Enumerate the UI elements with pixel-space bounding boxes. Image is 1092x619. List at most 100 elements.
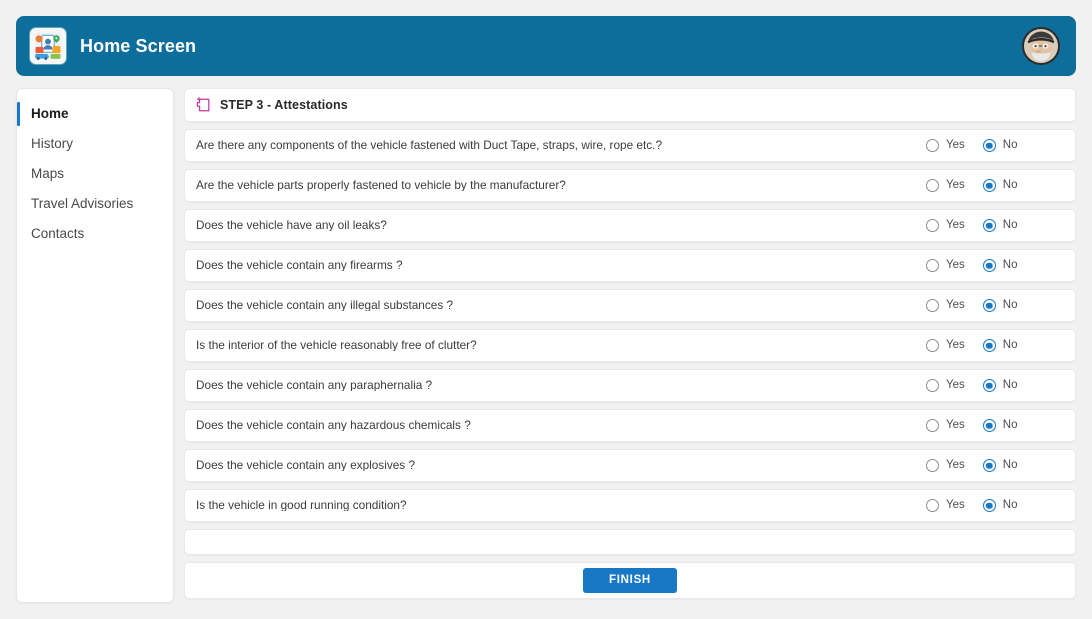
radio-option-yes[interactable]: Yes	[926, 459, 965, 472]
sidebar-item-label: Maps	[31, 166, 65, 182]
question-text: Does the vehicle contain any firearms ?	[196, 259, 403, 272]
sidebar-item-contacts[interactable]: Contacts	[17, 219, 173, 249]
app-root: Home Screen Home History Maps Travel Adv…	[0, 0, 1092, 619]
radio-option-yes[interactable]: Yes	[926, 499, 965, 512]
radio-label-no: No	[1002, 258, 1018, 271]
app-header: Home Screen	[16, 16, 1076, 76]
sidebar-item-label: History	[31, 136, 74, 152]
radio-option-yes[interactable]: Yes	[926, 259, 965, 272]
table-row: Does the vehicle contain any paraphernal…	[184, 369, 1076, 402]
radio-yes-unselected[interactable]	[926, 499, 939, 512]
answer-options: Yes No	[901, 419, 1061, 432]
table-row: Does the vehicle contain any explosives …	[184, 449, 1076, 482]
radio-option-no[interactable]: No	[982, 339, 1017, 352]
table-row: Does the vehicle contain any illegal sub…	[184, 289, 1076, 322]
radio-option-no[interactable]: No	[982, 378, 1018, 392]
radio-option-yes[interactable]: Yes	[926, 299, 965, 312]
radio-label-yes: Yes	[946, 218, 965, 231]
answer-options: Yes No	[901, 499, 1061, 512]
question-text: Does the vehicle have any oil leaks?	[196, 219, 387, 232]
radio-label-no: No	[1002, 298, 1018, 311]
attestation-rows: Are there any components of the vehicle …	[184, 129, 1076, 522]
sidebar-item-history[interactable]: History	[17, 129, 173, 159]
radio-option-yes[interactable]: Yes	[926, 339, 965, 352]
radio-option-no[interactable]: No	[982, 498, 1018, 512]
sidebar-nav: Home History Maps Travel Advisories Cont…	[16, 88, 174, 603]
sidebar-item-maps[interactable]: Maps	[17, 159, 173, 189]
page-title: Home Screen	[80, 35, 197, 56]
radio-option-yes[interactable]: Yes	[926, 219, 965, 232]
sidebar-item-home[interactable]: Home	[17, 99, 173, 129]
radio-option-yes[interactable]: Yes	[926, 139, 965, 152]
radio-label-no: No	[1002, 418, 1018, 431]
radio-label-no: No	[1002, 498, 1018, 511]
radio-option-no[interactable]: No	[982, 458, 1018, 472]
radio-yes-unselected[interactable]	[926, 179, 939, 192]
radio-no-selected[interactable]	[982, 339, 996, 352]
question-text: Does the vehicle contain any illegal sub…	[196, 299, 454, 312]
question-text: Is the vehicle in good running condition…	[196, 499, 407, 512]
radio-label-yes: Yes	[946, 458, 965, 471]
radio-no-selected[interactable]	[982, 499, 996, 512]
radio-option-no[interactable]: No	[982, 218, 1018, 232]
question-text: Are there any components of the vehicle …	[196, 139, 663, 152]
radio-yes-unselected[interactable]	[926, 419, 939, 432]
radio-no-selected[interactable]	[982, 379, 996, 392]
radio-no-selected[interactable]	[982, 259, 996, 272]
finish-row: FINISH	[184, 562, 1076, 599]
table-row: Is the vehicle in good running condition…	[184, 489, 1076, 522]
radio-yes-unselected[interactable]	[926, 459, 939, 472]
radio-option-no[interactable]: No	[982, 298, 1018, 312]
radio-no-selected[interactable]	[982, 139, 996, 152]
sidebar-item-travel-advisories[interactable]: Travel Advisories	[17, 189, 173, 219]
steps-icon	[196, 97, 210, 112]
table-row: Are there any components of the vehicle …	[184, 129, 1076, 162]
radio-label-yes: Yes	[946, 258, 965, 271]
radio-option-yes[interactable]: Yes	[926, 379, 965, 392]
radio-label-yes: Yes	[946, 418, 965, 431]
table-row: Is the interior of the vehicle reasonabl…	[184, 329, 1076, 362]
travel-app-icon	[30, 28, 66, 64]
radio-no-selected[interactable]	[982, 219, 996, 232]
radio-no-selected[interactable]	[982, 299, 996, 312]
radio-label-yes: Yes	[946, 338, 965, 351]
radio-label-yes: Yes	[946, 498, 965, 511]
radio-yes-unselected[interactable]	[926, 219, 939, 232]
answer-options: Yes No	[901, 219, 1061, 232]
radio-label-yes: Yes	[946, 178, 965, 191]
radio-option-no[interactable]: No	[982, 138, 1018, 152]
body-container: Home History Maps Travel Advisories Cont…	[16, 88, 1076, 603]
spacer-row	[184, 529, 1076, 555]
radio-yes-unselected[interactable]	[926, 139, 939, 152]
sidebar-item-label: Travel Advisories	[31, 196, 134, 212]
question-text: Is the interior of the vehicle reasonabl…	[196, 339, 477, 352]
answer-options: Yes No	[901, 299, 1061, 312]
radio-label-yes: Yes	[946, 138, 965, 151]
radio-yes-unselected[interactable]	[926, 259, 939, 272]
sidebar-item-label: Contacts	[31, 226, 85, 242]
radio-option-no[interactable]: No	[982, 258, 1018, 272]
radio-option-no[interactable]: No	[982, 179, 1017, 192]
question-text: Does the vehicle contain any paraphernal…	[196, 379, 433, 392]
radio-yes-unselected[interactable]	[926, 379, 939, 392]
radio-option-yes[interactable]: Yes	[926, 179, 965, 192]
answer-options: Yes No	[901, 179, 1061, 192]
radio-no-selected[interactable]	[982, 419, 996, 432]
table-row: Does the vehicle contain any firearms ? Y…	[184, 249, 1076, 282]
answer-options: Yes No	[901, 459, 1061, 472]
radio-label-no: No	[1002, 218, 1018, 231]
radio-label-no: No	[1002, 378, 1018, 391]
radio-label-no: No	[1002, 458, 1018, 471]
header-left-group: Home Screen	[30, 28, 196, 64]
radio-option-no[interactable]: No	[982, 418, 1018, 432]
radio-no-selected[interactable]	[982, 459, 996, 472]
radio-yes-unselected[interactable]	[926, 299, 939, 312]
radio-yes-unselected[interactable]	[926, 339, 939, 352]
question-text: Are the vehicle parts properly fastened …	[196, 179, 566, 192]
table-row: Does the vehicle have any oil leaks? Yes N…	[184, 209, 1076, 242]
radio-no-selected[interactable]	[982, 179, 996, 192]
finish-button[interactable]: FINISH	[583, 567, 677, 594]
radio-option-yes[interactable]: Yes	[926, 419, 965, 432]
user-avatar[interactable]	[1022, 27, 1060, 65]
radio-label-no: No	[1002, 138, 1018, 151]
